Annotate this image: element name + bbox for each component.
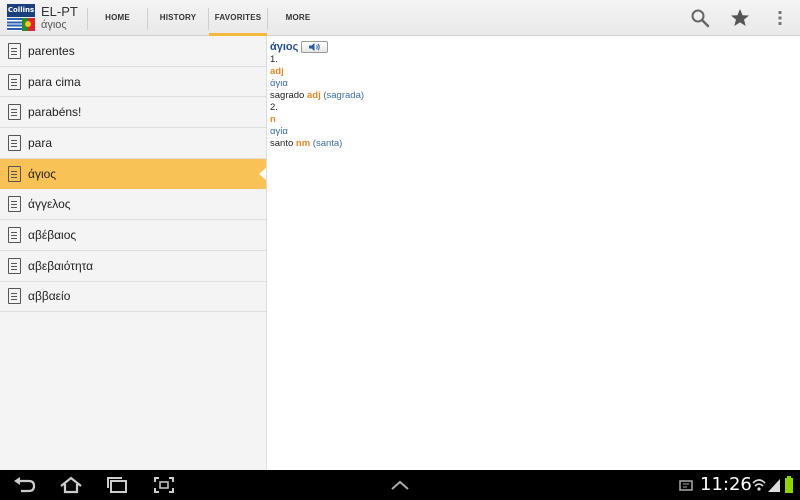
document-icon	[8, 42, 21, 59]
app-subtitle: άγιος	[41, 19, 67, 31]
screenshot-icon[interactable]	[151, 475, 177, 495]
part-of-speech: n	[270, 114, 276, 125]
list-item[interactable]: para cima	[0, 67, 266, 98]
portuguese-flag-icon	[22, 18, 35, 31]
tab-favorites[interactable]: FAVORITES	[209, 0, 267, 36]
list-item-label: αβέβαιος	[28, 227, 77, 242]
search-icon[interactable]	[688, 6, 712, 30]
document-icon	[8, 165, 21, 182]
list-item-label: άγγελος	[28, 197, 71, 212]
list-item-selected[interactable]: άγιος	[0, 158, 266, 190]
favorites-list[interactable]: parentes para cima parabéns! para άγιος …	[0, 36, 267, 470]
translation-pos: adj	[306, 90, 321, 101]
clock: 11:26	[700, 474, 752, 495]
translation-line: sagrado adj (sagrada)	[270, 90, 798, 102]
back-icon[interactable]	[12, 475, 38, 495]
document-icon	[8, 134, 21, 151]
headword-row: άγιος	[270, 40, 798, 54]
logo-text: Collins	[7, 4, 35, 17]
notification-icon[interactable]	[678, 475, 696, 495]
part-of-speech: adj	[270, 66, 284, 77]
list-item-label: άγιος	[28, 166, 57, 181]
list-item-label: para	[28, 135, 53, 150]
list-item-label: parentes	[28, 43, 75, 58]
list-item[interactable]: parentes	[0, 36, 266, 67]
greek-flag-icon	[7, 18, 22, 31]
list-item-label: αβεβαιότητα	[28, 258, 94, 273]
recent-apps-icon[interactable]	[104, 475, 130, 495]
action-bar: Collins EL-PT άγιος HOME HISTORY FAVORIT…	[0, 0, 800, 36]
tab-more[interactable]: MORE	[268, 0, 328, 36]
wifi-icon	[752, 475, 766, 495]
document-icon	[8, 73, 21, 90]
entry-panel: άγιος 1. adj άγια sagrado adj (sagrada) …	[268, 36, 800, 470]
list-item-label: αββαείο	[28, 289, 71, 304]
system-nav-bar: 11:26	[0, 470, 800, 500]
translation-pos: nm	[295, 138, 311, 149]
overflow-menu-icon[interactable]	[768, 6, 792, 30]
list-item[interactable]: parabéns!	[0, 97, 266, 129]
signal-icon	[767, 475, 781, 495]
list-item[interactable]: αββαείο	[0, 282, 266, 313]
document-icon	[8, 196, 21, 213]
translation-line: santo nm (santa)	[270, 138, 798, 150]
document-icon	[8, 226, 21, 243]
translation[interactable]: santo	[270, 138, 293, 149]
list-item-label: parabéns!	[28, 105, 82, 120]
list-item[interactable]: αβέβαιος	[0, 220, 266, 251]
headword: άγιος	[270, 41, 299, 53]
greek-form[interactable]: άγια	[270, 78, 798, 90]
list-item[interactable]: para	[0, 128, 266, 159]
translation-variant: (santa)	[312, 138, 343, 149]
app-title: EL-PT	[41, 4, 78, 19]
tab-history[interactable]: HISTORY	[148, 0, 208, 36]
speaker-icon	[308, 43, 320, 51]
translation-variant: (sagrada)	[323, 90, 365, 101]
translation[interactable]: sagrado	[270, 90, 304, 101]
home-icon[interactable]	[58, 475, 84, 495]
chevron-up-icon[interactable]	[387, 475, 413, 495]
tab-home[interactable]: HOME	[88, 0, 147, 36]
document-icon	[8, 288, 21, 305]
collins-logo[interactable]: Collins	[7, 4, 35, 31]
battery-icon	[783, 475, 795, 495]
list-item[interactable]: άγγελος	[0, 189, 266, 221]
document-icon	[8, 257, 21, 274]
greek-form[interactable]: αγία	[270, 126, 798, 138]
list-item[interactable]: αβεβαιότητα	[0, 251, 266, 282]
sense-number: 1.	[270, 54, 278, 65]
sense-number: 2.	[270, 102, 278, 113]
document-icon	[8, 104, 21, 121]
pronunciation-button[interactable]	[301, 41, 329, 53]
list-item-label: para cima	[28, 74, 81, 89]
star-icon[interactable]	[728, 6, 752, 30]
